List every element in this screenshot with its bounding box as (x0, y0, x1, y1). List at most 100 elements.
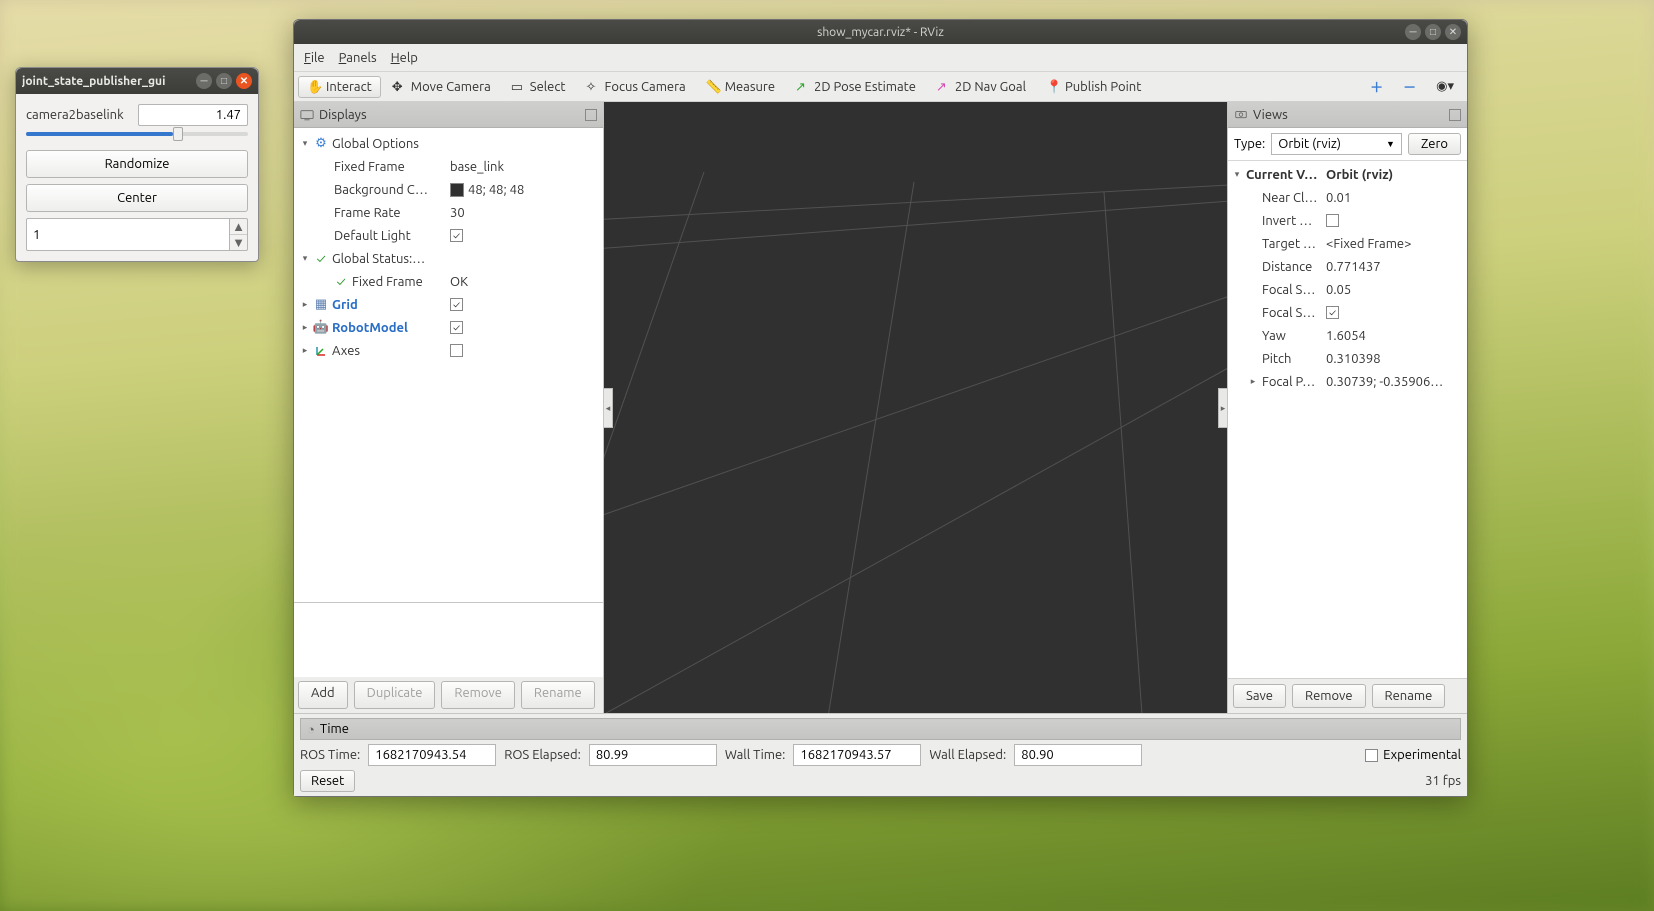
minimize-icon[interactable]: ─ (196, 73, 212, 89)
close-icon[interactable]: ✕ (1445, 24, 1461, 40)
ros-time-field[interactable] (368, 744, 496, 766)
jsp-titlebar[interactable]: joint_state_publisher_gui ─ □ ✕ (16, 68, 258, 94)
views-panel: Views Type: Orbit (rviz)▼ Zero ▾Current … (1227, 102, 1467, 713)
select-icon: ▭ (511, 80, 525, 94)
tool-select[interactable]: ▭Select (502, 76, 575, 98)
rename-button[interactable]: Rename (521, 681, 595, 709)
joint-slider[interactable] (26, 132, 248, 136)
reset-button[interactable]: Reset (300, 770, 355, 792)
remove-view-button[interactable]: Remove (1292, 684, 1366, 708)
randomize-button[interactable]: Randomize (26, 150, 248, 178)
focal-shape-size-item[interactable]: Focal S…0.05 (1228, 278, 1467, 301)
center-button[interactable]: Center (26, 184, 248, 212)
tool-publish-point[interactable]: 📍Publish Point (1037, 76, 1150, 98)
zero-button[interactable]: Zero (1408, 133, 1461, 155)
distance-item[interactable]: Distance0.771437 (1228, 255, 1467, 278)
wall-time-field[interactable] (793, 744, 921, 766)
views-type-select[interactable]: Orbit (rviz)▼ (1271, 133, 1402, 155)
frame-rate-item[interactable]: Frame Rate30 (294, 201, 603, 224)
wall-time-label: Wall Time: (725, 748, 786, 762)
maximize-icon[interactable]: □ (1425, 24, 1441, 40)
ros-elapsed-field[interactable] (589, 744, 717, 766)
focal-shape-fixed-item[interactable]: Focal S…✓ (1228, 301, 1467, 324)
grid-display-item[interactable]: ▸▦Grid✓ (294, 293, 603, 316)
near-clip-item[interactable]: Near Cl…0.01 (1228, 186, 1467, 209)
displays-header[interactable]: Displays (294, 102, 603, 128)
publish-point-icon: 📍 (1046, 80, 1060, 94)
tool-pose-estimate[interactable]: ↗2D Pose Estimate (786, 76, 925, 98)
tool-add-display[interactable]: ＋ (1361, 73, 1392, 100)
splitter-right[interactable]: ▸ (1218, 388, 1227, 428)
chevron-down-icon: ▼ (1386, 139, 1395, 149)
tool-focus-camera[interactable]: ✧Focus Camera (577, 76, 695, 98)
views-icon (1234, 108, 1248, 122)
save-view-button[interactable]: Save (1233, 684, 1286, 708)
rviz-titlebar[interactable]: show_mycar.rviz* - RViz ─ □ ✕ (294, 20, 1467, 44)
jsp-title: joint_state_publisher_gui (22, 75, 192, 88)
maximize-icon[interactable]: □ (216, 73, 232, 89)
3d-viewport[interactable]: ◂ ▸ (604, 102, 1227, 713)
menu-panels[interactable]: Panels (339, 51, 377, 65)
tool-display-dropdown[interactable]: ◉▾ (1427, 75, 1463, 98)
move-camera-icon: ✥ (392, 80, 406, 94)
views-header[interactable]: Views (1228, 102, 1467, 128)
duplicate-button[interactable]: Duplicate (354, 681, 436, 709)
grid-lines (604, 102, 1227, 713)
robotmodel-checkbox[interactable]: ✓ (450, 321, 463, 334)
yaw-item[interactable]: Yaw1.6054 (1228, 324, 1467, 347)
tool-remove-display[interactable]: － (1394, 73, 1425, 100)
invert-checkbox[interactable] (1326, 214, 1339, 227)
ros-time-label: ROS Time: (300, 748, 360, 762)
robotmodel-display-item[interactable]: ▸🤖RobotModel✓ (294, 316, 603, 339)
time-header[interactable]: ◔ Time (300, 718, 1461, 740)
focal-fixed-checkbox[interactable]: ✓ (1326, 306, 1339, 319)
measure-icon: 📏 (706, 80, 720, 94)
axes-icon (314, 344, 328, 358)
minimize-icon[interactable]: ─ (1405, 24, 1421, 40)
tool-move-camera[interactable]: ✥Move Camera (383, 76, 500, 98)
menu-file[interactable]: File (304, 51, 325, 65)
pose-estimate-icon: ↗ (795, 80, 809, 94)
color-swatch[interactable] (450, 183, 464, 197)
views-tree[interactable]: ▾Current V…Orbit (rviz) Near Cl…0.01 Inv… (1228, 161, 1467, 678)
global-options-item[interactable]: ▾⚙Global Options (294, 132, 603, 155)
rename-view-button[interactable]: Rename (1372, 684, 1446, 708)
spinner-up-icon[interactable]: ▲ (230, 219, 247, 235)
ros-elapsed-label: ROS Elapsed: (504, 748, 581, 762)
interact-icon: ✋ (307, 80, 321, 94)
axes-display-item[interactable]: ▸Axes (294, 339, 603, 362)
global-status-item[interactable]: ▾✓Global Status:… (294, 247, 603, 270)
remove-button[interactable]: Remove (441, 681, 515, 709)
index-spinner-input[interactable] (26, 218, 230, 251)
default-light-item[interactable]: Default Light✓ (294, 224, 603, 247)
invert-z-item[interactable]: Invert … (1228, 209, 1467, 232)
status-fixed-frame-item[interactable]: ✓Fixed FrameOK (294, 270, 603, 293)
tool-interact[interactable]: ✋Interact (298, 76, 381, 98)
axes-checkbox[interactable] (450, 344, 463, 357)
default-light-checkbox[interactable]: ✓ (450, 229, 463, 242)
pitch-item[interactable]: Pitch0.310398 (1228, 347, 1467, 370)
focal-point-item[interactable]: ▸Focal P…0.30739; -0.35906… (1228, 370, 1467, 393)
fixed-frame-item[interactable]: Fixed Framebase_link (294, 155, 603, 178)
tool-nav-goal[interactable]: ↗2D Nav Goal (927, 76, 1035, 98)
grid-icon: ▦ (314, 298, 328, 312)
wall-elapsed-field[interactable] (1014, 744, 1142, 766)
bg-color-item[interactable]: Background C…48; 48; 48 (294, 178, 603, 201)
menu-help[interactable]: Help (391, 51, 418, 65)
target-frame-item[interactable]: Target …<Fixed Frame> (1228, 232, 1467, 255)
displays-tree[interactable]: ▾⚙Global Options Fixed Framebase_link Ba… (294, 128, 603, 602)
undock-icon[interactable] (1449, 109, 1461, 121)
grid-checkbox[interactable]: ✓ (450, 298, 463, 311)
spinner-down-icon[interactable]: ▼ (230, 235, 247, 250)
wall-elapsed-label: Wall Elapsed: (929, 748, 1006, 762)
robot-icon: 🤖 (314, 321, 328, 335)
experimental-checkbox[interactable] (1365, 749, 1378, 762)
splitter-left[interactable]: ◂ (604, 388, 613, 428)
nav-goal-icon: ↗ (936, 80, 950, 94)
undock-icon[interactable] (585, 109, 597, 121)
close-icon[interactable]: ✕ (236, 73, 252, 89)
joint-value-input[interactable] (138, 104, 248, 126)
current-view-item[interactable]: ▾Current V…Orbit (rviz) (1228, 163, 1467, 186)
tool-measure[interactable]: 📏Measure (697, 76, 784, 98)
add-button[interactable]: Add (298, 681, 348, 709)
